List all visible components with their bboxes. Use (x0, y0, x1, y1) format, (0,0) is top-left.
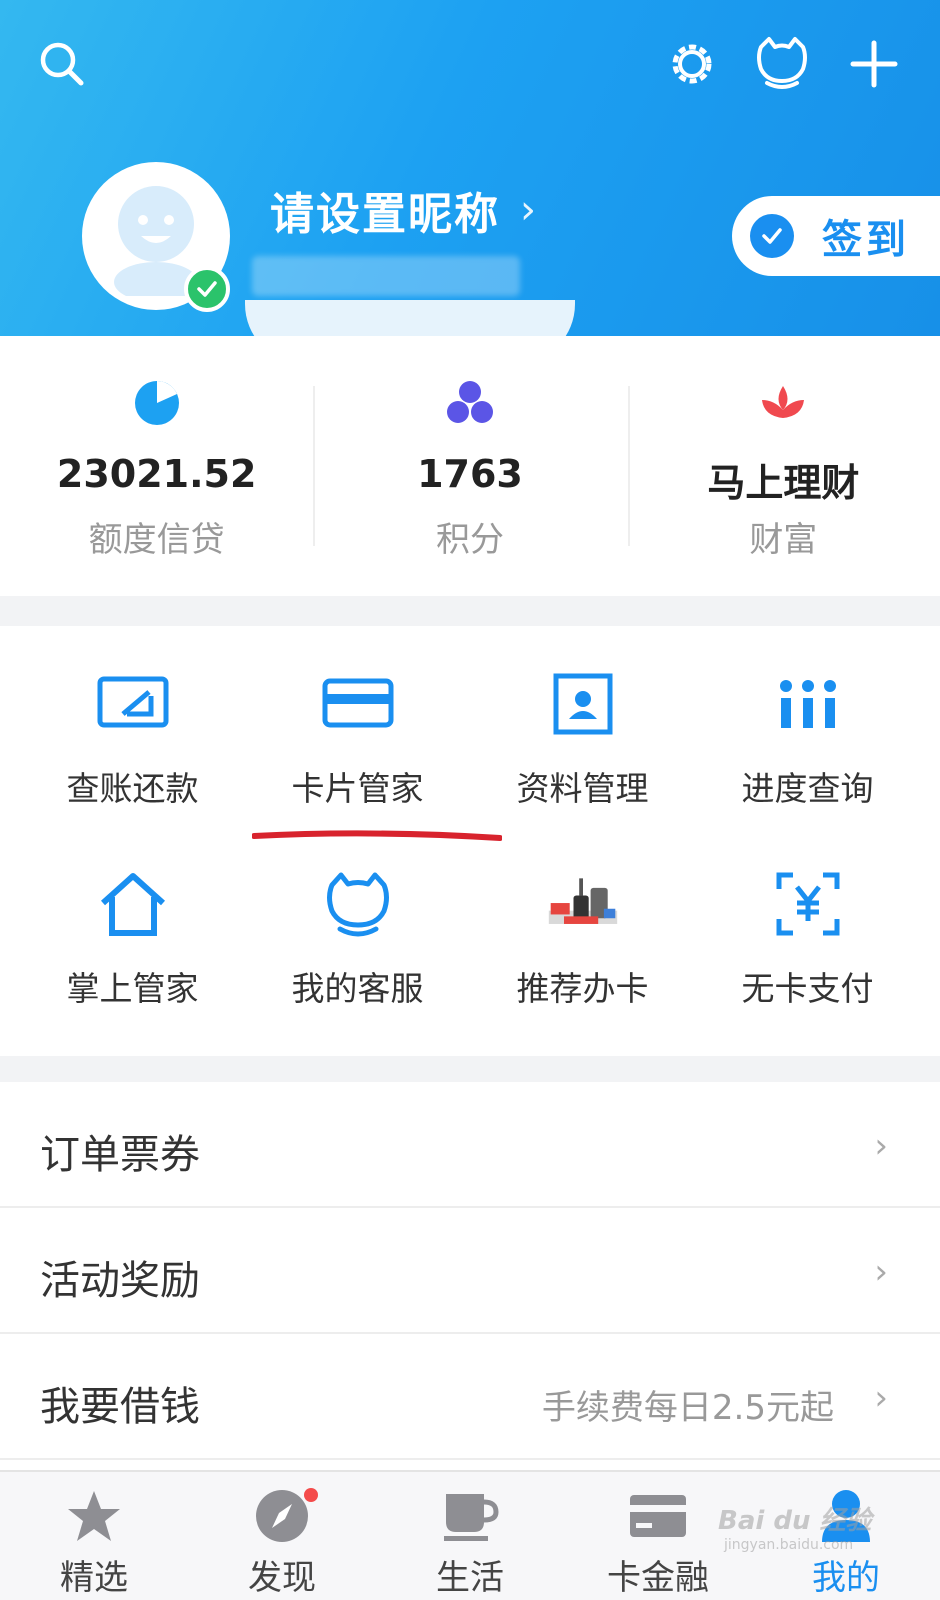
section-gap (0, 1056, 940, 1082)
signin-label: 签到 (822, 217, 910, 263)
list-item-borrow-money[interactable]: 我要借钱 手续费每日2.5元起 › (0, 1334, 940, 1460)
profile-header: 请设置昵称 › 签到 (0, 0, 940, 336)
grid-item-cardless-pay[interactable]: 无卡支付 (695, 826, 920, 1016)
cardless-pay-icon (770, 866, 846, 942)
three-dots-icon (446, 381, 493, 423)
grid-item-profile-manage[interactable]: 资料管理 (470, 626, 695, 816)
stat-label: 财富 (749, 520, 818, 560)
masked-account-info (252, 256, 520, 296)
search-icon[interactable] (32, 34, 92, 94)
watermark: Bai du 经验 jingyan.baidu.com (718, 1500, 918, 1553)
card-icon (320, 666, 396, 742)
home-icon (95, 866, 171, 942)
red-underline-annotation (252, 830, 502, 841)
tab-discover[interactable]: 发现 (188, 1472, 376, 1600)
notification-dot (304, 1488, 318, 1502)
tab-label: 我的 (812, 1558, 880, 1598)
header-cloud-decoration (245, 300, 575, 336)
grid-label: 我的客服 (291, 969, 424, 1008)
grid-item-card-manager[interactable]: 卡片管家 (245, 626, 470, 816)
grid-label: 卡片管家 (291, 769, 424, 808)
stat-value: 1763 (417, 452, 523, 496)
progress-icon (770, 666, 846, 742)
list-item-note: 手续费每日2.5元起 (541, 1388, 834, 1428)
grid-label: 进度查询 (741, 769, 874, 808)
tab-life[interactable]: 生活 (376, 1472, 564, 1600)
chevron-right-icon: › (874, 1252, 888, 1292)
grid-label: 无卡支付 (741, 969, 874, 1008)
stat-label: 额度信贷 (88, 520, 225, 560)
list-item-activity-rewards[interactable]: 活动奖励 › (0, 1208, 940, 1334)
grid-label: 推荐办卡 (516, 969, 649, 1008)
profile-icon (545, 666, 621, 742)
chevron-right-icon: › (874, 1378, 888, 1418)
grid-item-customer-service[interactable]: 我的客服 (245, 826, 470, 1016)
grid-item-bill-repay[interactable]: 查账还款 (20, 626, 245, 816)
recommend-card-icon (545, 866, 621, 942)
section-gap (0, 596, 940, 626)
tab-label: 精选 (60, 1558, 128, 1598)
grid-label: 掌上管家 (66, 969, 199, 1008)
stats-row: 23021.52 额度信贷 1763 积分 马上理财 财富 (0, 336, 940, 596)
watermark-sub: jingyan.baidu.com (724, 1537, 854, 1553)
customer-service-icon (320, 866, 396, 942)
stat-wealth[interactable]: 马上理财 财富 (627, 336, 940, 596)
chevron-right-icon: › (874, 1126, 888, 1166)
divider (628, 386, 630, 546)
card-finance-icon (628, 1486, 688, 1546)
tab-label: 卡金融 (607, 1558, 709, 1598)
star-icon (64, 1486, 124, 1546)
grid-item-recommend-card[interactable]: 推荐办卡 (470, 826, 695, 1016)
bill-repay-icon (95, 666, 171, 742)
divider (313, 386, 315, 546)
stat-credit-limit[interactable]: 23021.52 额度信贷 (0, 336, 313, 596)
check-circle-icon (750, 214, 794, 258)
nickname-text: 请设置昵称 (270, 189, 500, 240)
add-icon[interactable] (844, 34, 904, 94)
grid-item-mobile-manager[interactable]: 掌上管家 (20, 826, 245, 1016)
list-item-title: 我要借钱 (40, 1384, 200, 1430)
grid-label: 资料管理 (516, 769, 649, 808)
list-item-title: 活动奖励 (40, 1258, 200, 1304)
list-item-orders-coupons[interactable]: 订单票券 › (0, 1082, 940, 1208)
signin-button[interactable]: 签到 (732, 196, 940, 276)
service-mascot-icon[interactable] (752, 32, 812, 92)
settings-icon[interactable] (662, 34, 722, 94)
stat-value: 23021.52 (56, 452, 257, 496)
pie-icon (134, 381, 179, 425)
stat-value: 马上理财 (707, 461, 860, 505)
tab-label: 发现 (248, 1558, 316, 1598)
lotus-icon (762, 386, 805, 418)
stat-points[interactable]: 1763 积分 (313, 336, 626, 596)
tab-label: 生活 (436, 1558, 504, 1598)
grid-label: 查账还款 (66, 769, 199, 808)
nickname-link[interactable]: 请设置昵称 › (270, 178, 538, 242)
tab-featured[interactable]: 精选 (0, 1472, 188, 1600)
compass-icon (252, 1486, 312, 1546)
chevron-right-icon: › (520, 187, 538, 233)
stat-label: 积分 (435, 520, 504, 560)
list-item-title: 订单票券 (40, 1132, 200, 1178)
grid-item-progress-query[interactable]: 进度查询 (695, 626, 920, 816)
verified-check-icon (184, 266, 230, 312)
watermark-main: Bai du 经验 (718, 1506, 872, 1536)
cup-icon (440, 1486, 500, 1546)
